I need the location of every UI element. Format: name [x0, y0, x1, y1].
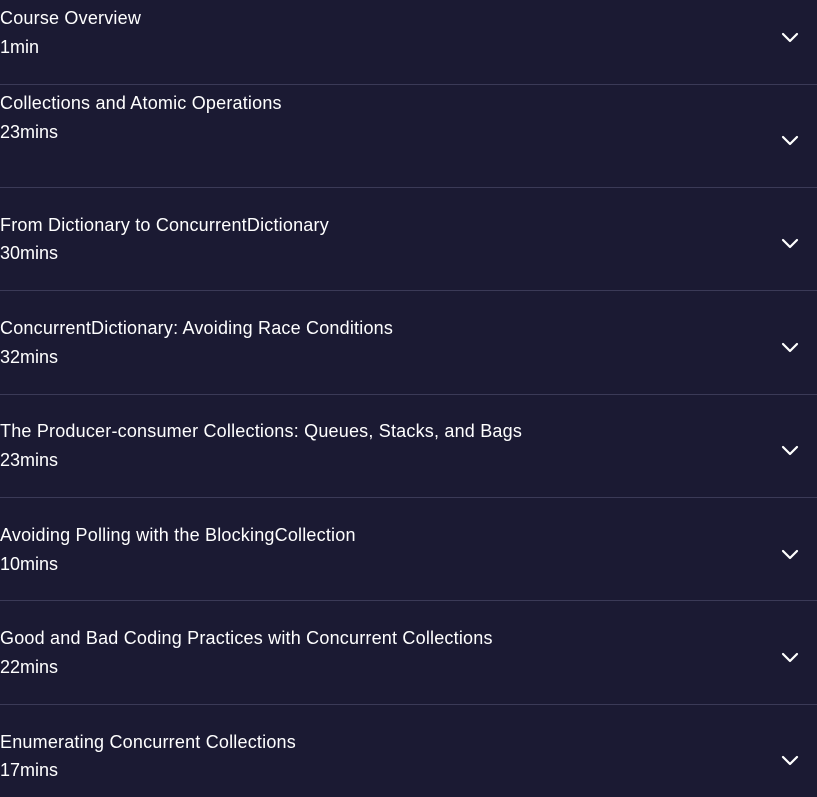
chevron-down-icon[interactable]	[778, 438, 802, 462]
chevron-down-icon[interactable]	[778, 128, 802, 152]
module-duration: 10mins	[0, 554, 59, 574]
module-duration: 32mins	[0, 347, 59, 367]
module-title: Course Overview	[0, 8, 142, 28]
module-duration: 22mins	[0, 657, 59, 677]
module-duration: 30mins	[0, 243, 59, 263]
module-item-producer-consumer[interactable]: The Producer-consumer Collections: Queue…	[0, 395, 817, 498]
module-item-dictionary[interactable]: From Dictionary to ConcurrentDictionary …	[0, 188, 817, 291]
module-title: Collections and Atomic Operations	[0, 93, 282, 113]
chevron-down-icon[interactable]	[778, 25, 802, 49]
module-title: From Dictionary to ConcurrentDictionary	[0, 215, 329, 235]
module-item-enumerating[interactable]: Enumerating Concurrent Collections 17min…	[0, 705, 817, 797]
module-title: ConcurrentDictionary: Avoiding Race Cond…	[0, 318, 394, 338]
module-title: The Producer-consumer Collections: Queue…	[0, 421, 523, 441]
module-item-race-conditions[interactable]: ConcurrentDictionary: Avoiding Race Cond…	[0, 292, 817, 395]
chevron-down-icon[interactable]	[778, 748, 802, 772]
module-item-coding-practices[interactable]: Good and Bad Coding Practices with Concu…	[0, 602, 817, 705]
module-duration: 23mins	[0, 122, 59, 142]
course-module-list: Course Overview 1min Collections and Ato…	[0, 0, 817, 797]
module-duration: 1min	[0, 37, 40, 57]
module-item-collections-atomic[interactable]: Collections and Atomic Operations 23mins	[0, 85, 817, 188]
module-duration: 17mins	[0, 760, 59, 780]
module-item-course-overview[interactable]: Course Overview 1min	[0, 0, 817, 85]
chevron-down-icon[interactable]	[778, 645, 802, 669]
module-duration: 23mins	[0, 450, 59, 470]
chevron-down-icon[interactable]	[778, 335, 802, 359]
chevron-down-icon[interactable]	[778, 542, 802, 566]
chevron-down-icon[interactable]	[778, 231, 802, 255]
module-title: Good and Bad Coding Practices with Concu…	[0, 628, 493, 648]
module-item-blocking-collection[interactable]: Avoiding Polling with the BlockingCollec…	[0, 498, 817, 601]
module-title: Enumerating Concurrent Collections	[0, 732, 296, 752]
module-title: Avoiding Polling with the BlockingCollec…	[0, 525, 356, 545]
